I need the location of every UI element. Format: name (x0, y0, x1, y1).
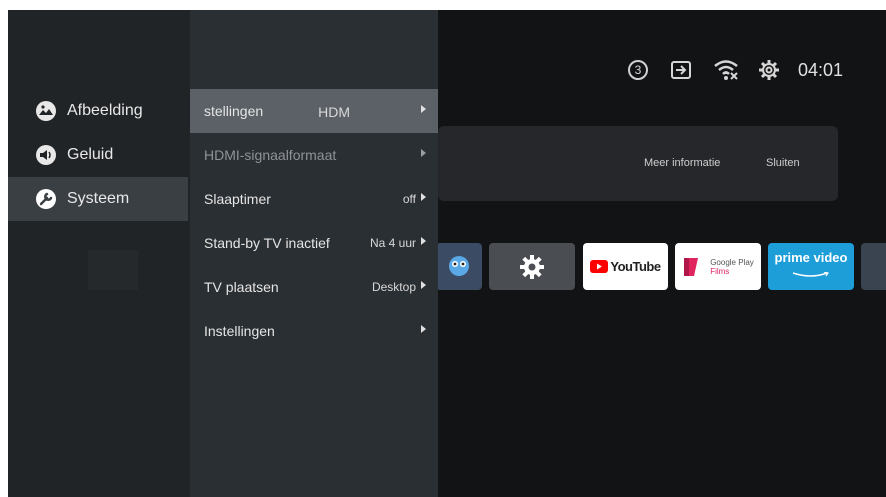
chevron-right-icon (421, 105, 426, 113)
category-geluid[interactable]: Geluid (8, 133, 188, 177)
app-tile-extra[interactable] (861, 243, 886, 290)
youtube-logo-icon (590, 260, 609, 273)
chevron-right-icon (421, 237, 426, 245)
wifi-icon[interactable] (713, 56, 739, 84)
menu-shadow (88, 250, 138, 290)
submenu-item-tv-plaatsen[interactable]: TV plaatsen Desktop (190, 265, 438, 309)
submenu-value: off (402, 192, 416, 206)
picture-icon (36, 101, 56, 121)
info-banner: Meer informatie Sluiten (438, 126, 838, 201)
submenu-item-slaaptimer[interactable]: Slaaptimer off (190, 177, 438, 221)
submenu-item-instellingen[interactable]: Instellingen (190, 309, 438, 353)
submenu-label: Slaaptimer (204, 191, 271, 207)
chevron-right-icon (421, 325, 426, 333)
category-label: Geluid (67, 146, 114, 163)
notification-badge[interactable]: 3 (628, 60, 648, 80)
settings-submenu: stellingen HDM HDMI-signaalformaat Slaap… (190, 10, 438, 497)
chevron-right-icon (421, 149, 426, 157)
category-afbeelding[interactable]: Afbeelding (8, 89, 188, 133)
google-play-label: Google Play (710, 257, 754, 267)
submenu-label: HDMI-signaalformaat (204, 147, 337, 163)
app-tile-settings[interactable] (489, 243, 575, 290)
submenu-item-instellingen-hdmi[interactable]: stellingen HDM (190, 89, 438, 133)
input-icon[interactable] (670, 56, 692, 84)
sound-icon (36, 145, 56, 165)
category-label: Afbeelding (67, 102, 143, 119)
submenu-value: HDM (318, 104, 350, 120)
category-systeem[interactable]: Systeem (8, 177, 188, 221)
category-label: Systeem (67, 190, 130, 207)
submenu-value: Na 4 uur (369, 236, 416, 250)
submenu-item-stand-by-tv-inactief[interactable]: Stand-by TV inactief Na 4 uur (190, 221, 438, 265)
submenu-label: stellingen (204, 103, 264, 119)
category-menu: Afbeelding Geluid Systeem (8, 10, 190, 497)
submenu-item-hdmi-signaalformaat[interactable]: HDMI-signaalformaat (190, 133, 438, 177)
google-play-films-icon (684, 257, 699, 276)
app-tile-prime-video[interactable]: prime video (768, 243, 854, 290)
prime-video-label: prime video (774, 250, 848, 265)
chevron-right-icon (421, 281, 426, 289)
submenu-value: Desktop (371, 280, 416, 294)
notification-count: 3 (634, 63, 642, 77)
app-tile-google-play-films[interactable]: Google Play Films (675, 243, 761, 290)
submenu-label: Stand-by TV inactief (204, 235, 330, 251)
submenu-label: Instellingen (204, 323, 275, 339)
clock: 04:01 (798, 59, 844, 80)
settings-gear-icon (520, 254, 544, 279)
youtube-label: YouTube (610, 259, 661, 274)
films-label: Films (710, 266, 730, 276)
tv-screen: 3 04:01 Meer informatie Sluiten YouTube … (8, 10, 886, 497)
chevron-right-icon (421, 193, 426, 201)
prime-smile-icon (792, 271, 829, 277)
wrench-icon (36, 189, 56, 209)
settings-gear-icon[interactable] (758, 56, 780, 84)
more-info-button[interactable]: Meer informatie (644, 157, 720, 169)
submenu-label: TV plaatsen (204, 279, 279, 295)
close-button[interactable]: Sluiten (766, 157, 800, 169)
app-tile-game[interactable] (436, 243, 482, 290)
app-tile-youtube[interactable]: YouTube (583, 243, 668, 290)
